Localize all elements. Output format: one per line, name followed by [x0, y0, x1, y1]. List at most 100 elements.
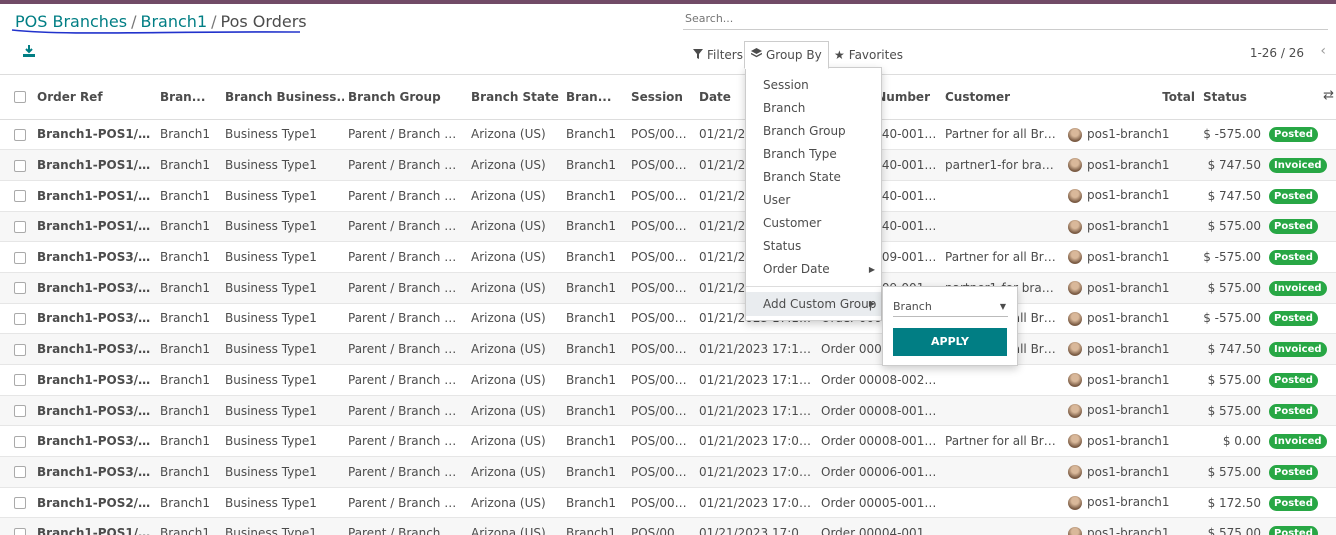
table-row[interactable]: Branch1-POS2/0004Branch1Business Type1Pa… — [0, 487, 1336, 519]
table-row[interactable]: Branch1-POS3/0008Branch1Business Type1Pa… — [0, 333, 1336, 365]
cell-order-ref: Branch1-POS1/000... — [33, 119, 156, 151]
pager-previous-icon[interactable]: ‹ — [1320, 43, 1326, 59]
cell-checkbox[interactable] — [0, 180, 33, 212]
column-header-session[interactable]: Session — [627, 75, 695, 120]
cell-checkbox[interactable] — [0, 241, 33, 273]
group-by-order-date[interactable]: Order Date ▶ — [746, 258, 881, 281]
cell-checkbox[interactable] — [0, 211, 33, 243]
cell-receipt-number: Order 00005-001-00... — [817, 487, 941, 519]
row-checkbox[interactable] — [14, 312, 26, 325]
group-by-button[interactable]: Group By — [744, 41, 829, 69]
table-row[interactable]: Branch1-POS1/0008Branch1Business Type1Pa… — [0, 149, 1336, 181]
column-header-status[interactable]: Status — [1199, 75, 1265, 120]
cell-checkbox[interactable] — [0, 333, 33, 365]
table-row[interactable]: Branch1-POS3/000...Branch1Business Type1… — [0, 425, 1336, 458]
column-header-total[interactable]: Total — [1064, 75, 1199, 120]
cell-total: $ 747.50 — [1199, 149, 1265, 181]
cell-checkbox[interactable] — [0, 487, 33, 519]
cell-branch-state: Arizona (US) — [467, 241, 562, 273]
column-header-bran[interactable]: Bran... — [562, 75, 627, 120]
cell-checkbox[interactable] — [0, 456, 33, 488]
column-header-customer[interactable]: Customer — [941, 75, 1064, 120]
cell-branch-state: Arizona (US) — [467, 456, 562, 488]
cell-order-ref: Branch1-POS2/0004 — [33, 487, 156, 519]
top-brand-bar — [0, 0, 1336, 4]
group-by-user[interactable]: User — [746, 189, 881, 212]
download-icon[interactable] — [22, 44, 36, 58]
cell-checkbox[interactable] — [0, 364, 33, 396]
filters-button[interactable]: Filters — [687, 42, 749, 68]
avatar — [1068, 495, 1082, 510]
cell-order-ref: Branch1-POS3/0008 — [33, 333, 156, 365]
cell-checkbox[interactable] — [0, 119, 33, 151]
group-by-branch-type[interactable]: Branch Type — [746, 143, 881, 166]
apply-button[interactable]: APPLY — [893, 328, 1007, 356]
row-checkbox[interactable] — [14, 435, 26, 448]
column-header-branch[interactable]: Bran... — [156, 75, 221, 120]
cell-branch: Branch1 — [156, 395, 221, 427]
cell-branch: Branch1 — [156, 364, 221, 396]
cell-checkbox[interactable] — [0, 272, 33, 304]
table-row[interactable]: Branch1-POS1/0007Branch1Business Type1Pa… — [0, 180, 1336, 212]
row-checkbox[interactable] — [14, 220, 26, 233]
row-checkbox[interactable] — [14, 282, 26, 295]
row-checkbox[interactable] — [14, 159, 26, 172]
row-checkbox[interactable] — [14, 405, 26, 418]
group-by-branch-group[interactable]: Branch Group — [746, 120, 881, 143]
table-row[interactable]: Branch1-POS3/0009Branch1Business Type1Pa… — [0, 272, 1336, 304]
cell-total: $ 575.00 — [1199, 272, 1265, 304]
avatar — [1068, 127, 1082, 142]
cell-checkbox[interactable] — [0, 395, 33, 427]
group-by-customer[interactable]: Customer — [746, 212, 881, 235]
group-by-branch[interactable]: Branch — [746, 97, 881, 120]
row-checkbox[interactable] — [14, 527, 26, 535]
row-checkbox[interactable] — [14, 251, 26, 264]
cell-checkbox[interactable] — [0, 517, 33, 535]
row-checkbox[interactable] — [14, 497, 26, 510]
cell-checkbox[interactable] — [0, 149, 33, 181]
search-input[interactable] — [683, 8, 1328, 28]
row-checkbox[interactable] — [14, 190, 26, 203]
column-header-order-ref[interactable]: Order Ref — [33, 75, 156, 120]
cell-branch-state: Arizona (US) — [467, 303, 562, 335]
cell-total: $ -575.00 — [1199, 241, 1265, 273]
pager-value[interactable]: 1-26 / 26 — [1250, 46, 1304, 60]
star-icon: ★ — [834, 48, 845, 62]
column-header-branch-group[interactable]: Branch Group — [344, 75, 467, 120]
row-checkbox[interactable] — [14, 128, 26, 141]
column-settings-icon[interactable]: ⇄ — [1323, 88, 1334, 103]
custom-group-select[interactable]: Branch ▼ — [893, 297, 1008, 317]
favorites-button[interactable]: ★ Favorites — [828, 42, 909, 68]
cell-checkbox[interactable] — [0, 425, 33, 458]
row-checkbox[interactable] — [14, 374, 26, 387]
cell-date: 01/21/2023 17:07:38 — [695, 487, 817, 519]
add-custom-group[interactable]: Add Custom Group ▶ — [746, 292, 881, 316]
cell-checkbox[interactable] — [0, 303, 33, 335]
group-by-session[interactable]: Session — [746, 74, 881, 97]
search-bar[interactable] — [683, 8, 1328, 30]
cell-branch-business-type: Business Type1 — [221, 180, 344, 212]
table-row[interactable]: Branch1-POS3/000...Branch1Business Type1… — [0, 241, 1336, 273]
table-row[interactable]: Branch1-POS3/0005Branch1Business Type1Pa… — [0, 456, 1336, 488]
cell-date: 01/21/2023 17:08:02 — [695, 456, 817, 488]
column-header-branch-state[interactable]: Branch State — [467, 75, 562, 120]
cell-bran: Branch1 — [562, 364, 627, 396]
group-by-branch-state[interactable]: Branch State — [746, 166, 881, 189]
select-all-checkbox[interactable] — [0, 75, 33, 120]
table-row[interactable]: Branch1-POS1/0006Branch1Business Type1Pa… — [0, 211, 1336, 243]
table-row[interactable]: Branch1-POS3/0006Branch1Business Type1Pa… — [0, 395, 1336, 427]
table-row[interactable]: Branch1-POS1/000...Branch1Business Type1… — [0, 119, 1336, 151]
row-checkbox[interactable] — [14, 343, 26, 356]
table-row[interactable]: Branch1-POS3/000...Branch1Business Type1… — [0, 303, 1336, 335]
table-row[interactable]: Branch1-POS1/0005Branch1Business Type1Pa… — [0, 517, 1336, 535]
cell-branch-business-type: Business Type1 — [221, 272, 344, 304]
cell-order-ref: Branch1-POS1/0008 — [33, 149, 156, 181]
cell-branch: Branch1 — [156, 517, 221, 535]
row-checkbox[interactable] — [14, 466, 26, 479]
cell-branch-group: Parent / Branch grou... — [344, 241, 467, 273]
cell-status: Posted — [1265, 119, 1336, 151]
table-row[interactable]: Branch1-POS3/0007Branch1Business Type1Pa… — [0, 364, 1336, 396]
group-by-status[interactable]: Status — [746, 235, 881, 258]
column-header-branch-business-type[interactable]: Branch Business... — [221, 75, 344, 120]
cell-branch-state: Arizona (US) — [467, 487, 562, 519]
